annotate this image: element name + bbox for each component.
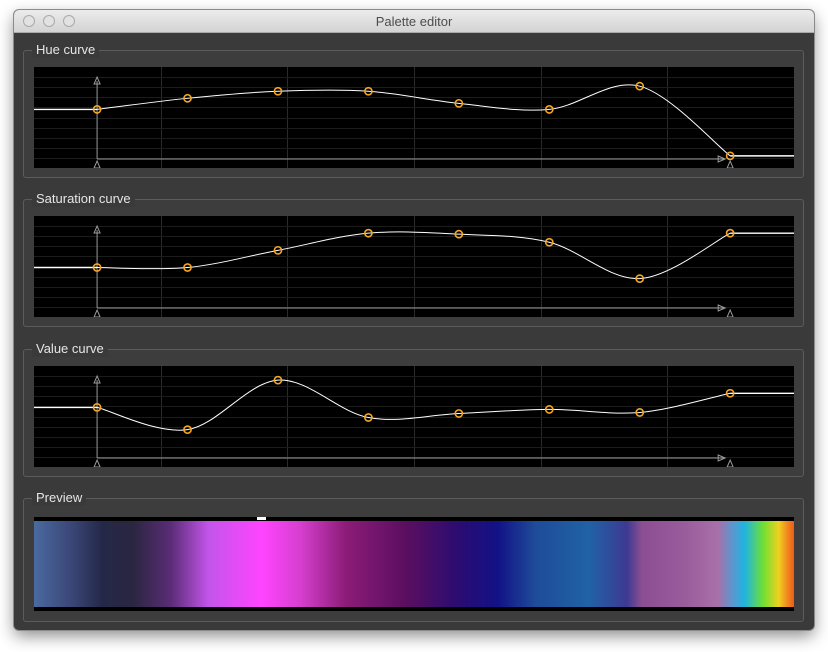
- curve-line: [97, 231, 731, 280]
- preview-label: Preview: [32, 490, 87, 506]
- range-end-marker-icon: [726, 159, 734, 168]
- palette-gradient-preview: [34, 521, 794, 607]
- value-curve-svg[interactable]: [34, 366, 794, 467]
- grid-lines: [34, 366, 794, 467]
- curve-line: [97, 84, 731, 157]
- palette-editor-window: Palette editor Hue curve Saturation curv…: [14, 10, 814, 630]
- titlebar: Palette editor: [14, 10, 814, 33]
- range-start-marker-icon: [93, 458, 101, 467]
- curve-line: [96, 379, 731, 431]
- curve-axes: [93, 224, 734, 317]
- hue-curve-svg[interactable]: [34, 67, 794, 168]
- preview-panel: [34, 517, 794, 611]
- range-end-marker-icon: [726, 308, 734, 317]
- preview-position-marker[interactable]: [257, 517, 266, 520]
- value-curve-group: Value curve: [23, 341, 804, 477]
- grid-lines: [34, 216, 794, 317]
- saturation-curve-label: Saturation curve: [32, 191, 135, 207]
- preview-group: Preview: [23, 490, 804, 622]
- range-start-marker-icon: [93, 159, 101, 168]
- grid-lines: [34, 67, 794, 168]
- hue-curve-plot[interactable]: [34, 67, 794, 168]
- curve-axes: [93, 374, 734, 467]
- range-start-marker-icon: [93, 308, 101, 317]
- hue-curve-group: Hue curve: [23, 42, 804, 178]
- saturation-curve-plot[interactable]: [34, 216, 794, 317]
- range-end-marker-icon: [726, 458, 734, 467]
- saturation-curve-group: Saturation curve: [23, 191, 804, 327]
- window-title: Palette editor: [375, 14, 453, 29]
- hue-curve-label: Hue curve: [32, 42, 100, 58]
- value-curve-label: Value curve: [32, 341, 108, 357]
- value-curve-plot[interactable]: [34, 366, 794, 467]
- curve-axes: [93, 75, 734, 168]
- saturation-curve-svg[interactable]: [34, 216, 794, 317]
